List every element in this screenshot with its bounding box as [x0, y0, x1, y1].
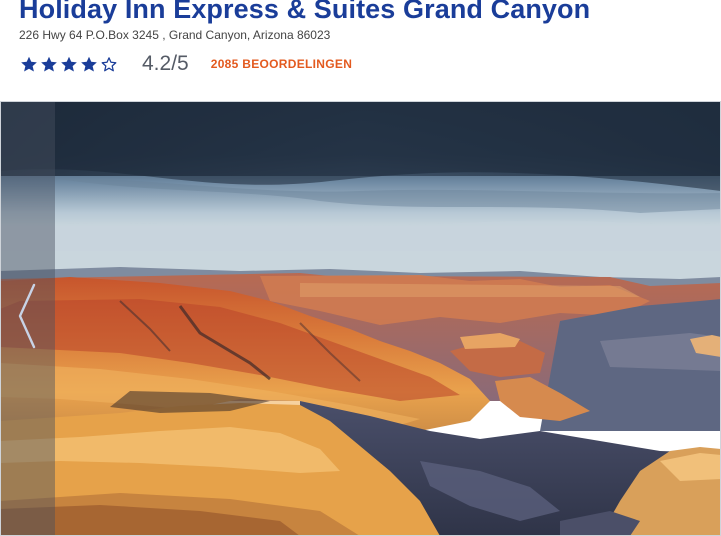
- rating-score: 4.2/5: [142, 52, 189, 75]
- photo-gallery[interactable]: [0, 101, 721, 536]
- star-icon: [79, 55, 99, 74]
- star-outline-icon: [99, 55, 119, 74]
- hotel-address: 226 Hwy 64 P.O.Box 3245 , Grand Canyon, …: [19, 28, 331, 42]
- star-rating: [19, 55, 119, 74]
- star-icon: [39, 55, 59, 74]
- reviews-link[interactable]: 2085 BEOORDELINGEN: [211, 57, 352, 71]
- star-icon: [19, 55, 39, 74]
- gallery-prev-button[interactable]: [0, 101, 55, 536]
- hotel-page: Holiday Inn Express & Suites Grand Canyo…: [0, 0, 721, 536]
- rating-row: 4.2/5 2085 BEOORDELINGEN: [19, 51, 352, 77]
- hotel-title: Holiday Inn Express & Suites Grand Canyo…: [19, 0, 591, 24]
- star-icon: [59, 55, 79, 74]
- gallery-photo: [0, 101, 721, 536]
- chevron-left-icon: [18, 283, 36, 349]
